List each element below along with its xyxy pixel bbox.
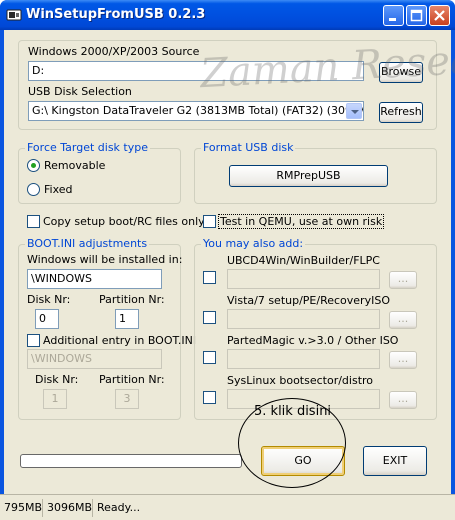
radio-dot [31, 163, 36, 168]
disk2-nr-input: 1 [43, 389, 67, 409]
addon-path-vista [227, 309, 380, 329]
addon-checkbox-partedmagic[interactable] [203, 351, 216, 364]
fixed-radio[interactable] [27, 183, 40, 196]
additional-path-input: \WINDOWS [27, 349, 162, 369]
window-title: WinSetupFromUSB 0.2.3 [26, 7, 206, 22]
format-usb-title: Format USB disk [201, 141, 296, 154]
fixed-label: Fixed [44, 183, 73, 196]
progress-bar [20, 454, 242, 468]
dialog-client: Windows 2000/XP/2003 Source D: Browse US… [4, 29, 455, 494]
removable-radio[interactable] [27, 159, 40, 172]
usb-disk-select[interactable]: G:\ Kingston DataTraveler G2 (3813MB Tot… [28, 101, 364, 121]
disk-nr-input[interactable]: 0 [35, 309, 59, 329]
close-button[interactable] [429, 5, 450, 26]
annotation-text: 5. klik disini [254, 404, 332, 419]
addon-browse-partedmagic: ... [389, 351, 417, 369]
browse-button[interactable]: Browse [379, 62, 423, 83]
app-icon [6, 9, 22, 21]
go-button[interactable]: GO [261, 446, 345, 476]
status-total-space: 3096MB [42, 499, 96, 517]
exit-button[interactable]: EXIT [363, 446, 427, 476]
force-target-title: Force Target disk type [25, 141, 150, 154]
title-bar[interactable]: WinSetupFromUSB 0.2.3 [0, 0, 455, 30]
partition-nr-input[interactable]: 1 [115, 309, 139, 329]
chevron-down-icon[interactable] [346, 103, 362, 119]
refresh-button[interactable]: Refresh [379, 102, 423, 123]
minimize-icon [389, 18, 396, 21]
force-target-group: Force Target disk type [18, 141, 181, 204]
usb-label: USB Disk Selection [28, 85, 132, 98]
maximize-icon [410, 9, 423, 22]
partition-nr-label: Partition Nr: [99, 293, 165, 306]
status-message: Ready... [92, 499, 144, 517]
addon-path-partedmagic [227, 349, 380, 369]
close-icon [434, 10, 445, 21]
source-input[interactable]: D: [28, 61, 364, 81]
additional-entry-label: Additional entry in BOOT.INI [43, 334, 197, 347]
addon-checkbox-vista[interactable] [203, 311, 216, 324]
addon-label-ubcd: UBCD4Win/WinBuilder/FLPC [227, 254, 380, 267]
copy-boot-label: Copy setup boot/RC files only [43, 215, 205, 228]
maximize-button[interactable] [406, 5, 427, 26]
qemu-label: Test in QEMU, use at own risk [218, 214, 385, 229]
addon-label-partedmagic: PartedMagic v.>3.0 / Other ISO [227, 334, 399, 347]
install-path-input[interactable]: \WINDOWS [27, 269, 162, 289]
disk-nr-label: Disk Nr: [27, 293, 71, 306]
status-free-space: 795MB [4, 501, 43, 514]
partition2-nr-label: Partition Nr: [99, 373, 165, 386]
removable-label: Removable [44, 159, 106, 172]
addon-browse-syslinux: ... [389, 391, 417, 409]
addon-label-syslinux: SysLinux bootsector/distro [227, 374, 374, 387]
addon-path-ubcd [227, 269, 380, 289]
also-add-title: You may also add: [201, 237, 306, 250]
disk2-nr-label: Disk Nr: [35, 373, 79, 386]
addon-checkbox-syslinux[interactable] [203, 391, 216, 404]
boot-ini-title: BOOT.INI adjustments [25, 237, 150, 250]
copy-boot-checkbox[interactable] [27, 215, 40, 228]
qemu-checkbox[interactable] [203, 215, 216, 228]
source-label: Windows 2000/XP/2003 Source [28, 45, 200, 58]
app-window: WinSetupFromUSB 0.2.3 Windows 2000/XP/20… [0, 0, 455, 520]
additional-entry-checkbox[interactable] [27, 334, 40, 347]
partition2-nr-input: 3 [115, 389, 139, 409]
status-bar: 795MB 3096MB Ready... [0, 494, 455, 520]
usb-disk-value: G:\ Kingston DataTraveler G2 (3813MB Tot… [32, 104, 364, 117]
addon-browse-ubcd: ... [389, 271, 417, 289]
addon-checkbox-ubcd[interactable] [203, 271, 216, 284]
minimize-button[interactable] [383, 5, 404, 26]
addon-label-vista: Vista/7 setup/PE/RecoveryISO [227, 294, 390, 307]
addon-browse-vista: ... [389, 311, 417, 329]
install-path-label: Windows will be installed in: [27, 253, 183, 266]
rmprepusb-button[interactable]: RMPrepUSB [229, 165, 388, 187]
